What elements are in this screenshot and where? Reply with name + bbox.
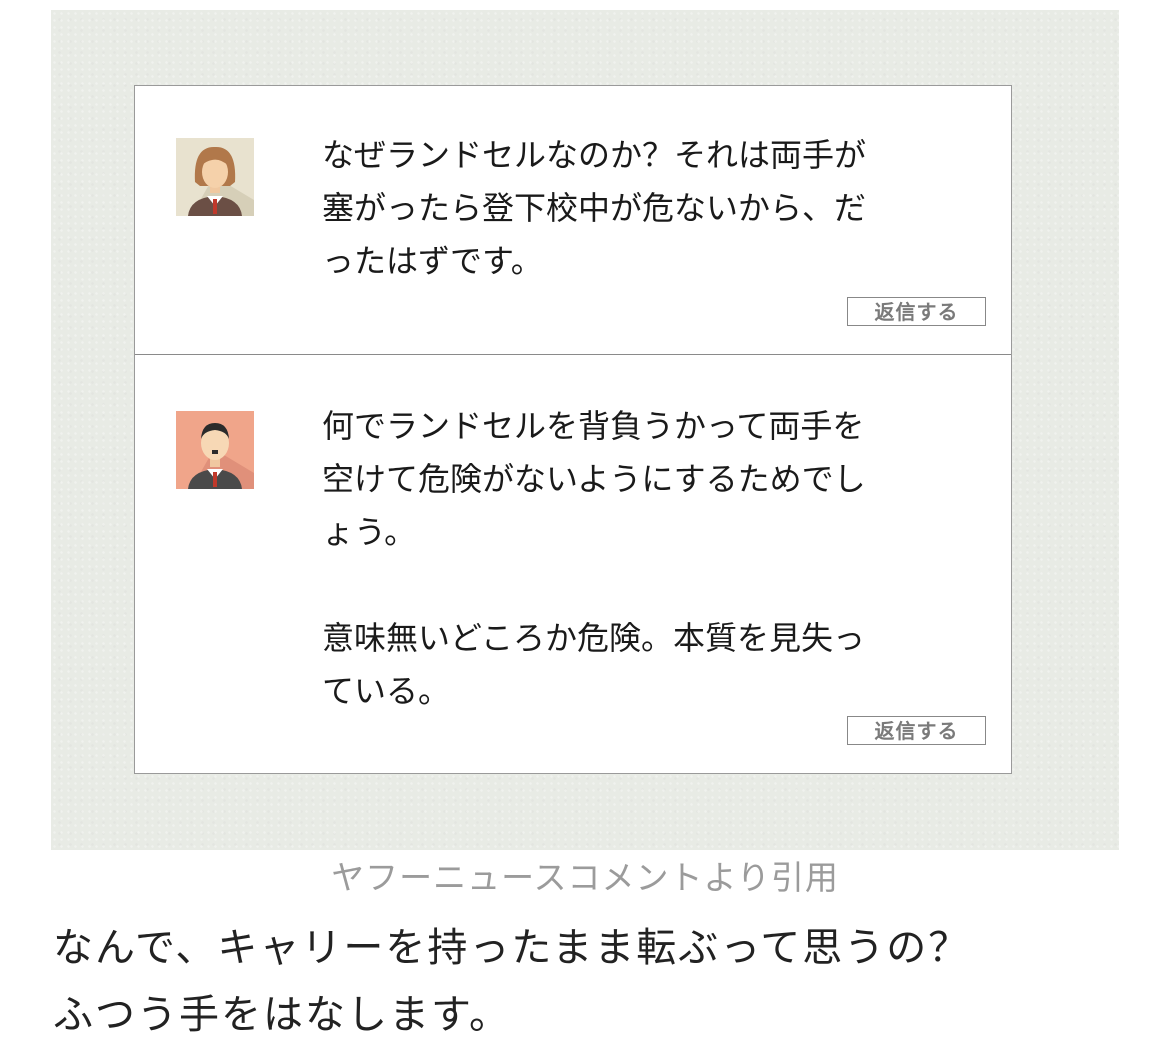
article-body: なんで、キャリーを持ったまま転ぶって思うの？ ふつう手をはなします。 xyxy=(53,915,1153,1049)
body-line: ふつう手をはなします。 xyxy=(53,992,511,1038)
comment-item: なぜランドセルなのか？それは両手が塞がったら登下校中が危ないから、だったはずです… xyxy=(135,86,1011,355)
quote-caption: ヤフーニュースコメントより引用 xyxy=(331,858,839,897)
reply-button[interactable]: 返信する xyxy=(847,297,986,326)
comments-box: なぜランドセルなのか？それは両手が塞がったら登下校中が危ないから、だったはずです… xyxy=(134,85,1012,774)
comment-text: 何でランドセルを背負うかって両手を空けて危険がないようにするためでしょう。 意味… xyxy=(322,400,892,718)
reply-button[interactable]: 返信する xyxy=(847,716,986,745)
quote-panel: なぜランドセルなのか？それは両手が塞がったら登下校中が危ないから、だったはずです… xyxy=(51,10,1119,850)
comment-item: 何でランドセルを背負うかって両手を空けて危険がないようにするためでしょう。 意味… xyxy=(135,355,1011,773)
comment-text: なぜランドセルなのか？それは両手が塞がったら登下校中が危ないから、だったはずです… xyxy=(322,129,892,288)
man-avatar-icon xyxy=(176,411,254,489)
woman-avatar-icon xyxy=(176,138,254,216)
comment-paragraph: なぜランドセルなのか？それは両手が塞がったら登下校中が危ないから、だったはずです… xyxy=(322,136,867,280)
comment-paragraph: 意味無いどころか危険。本質を見失っている。 xyxy=(322,619,866,710)
comment-paragraph: 何でランドセルを背負うかって両手を空けて危険がないようにするためでしょう。 xyxy=(322,407,866,551)
body-line: なんで、キャリーを持ったまま転ぶって思うの？ xyxy=(53,925,971,971)
